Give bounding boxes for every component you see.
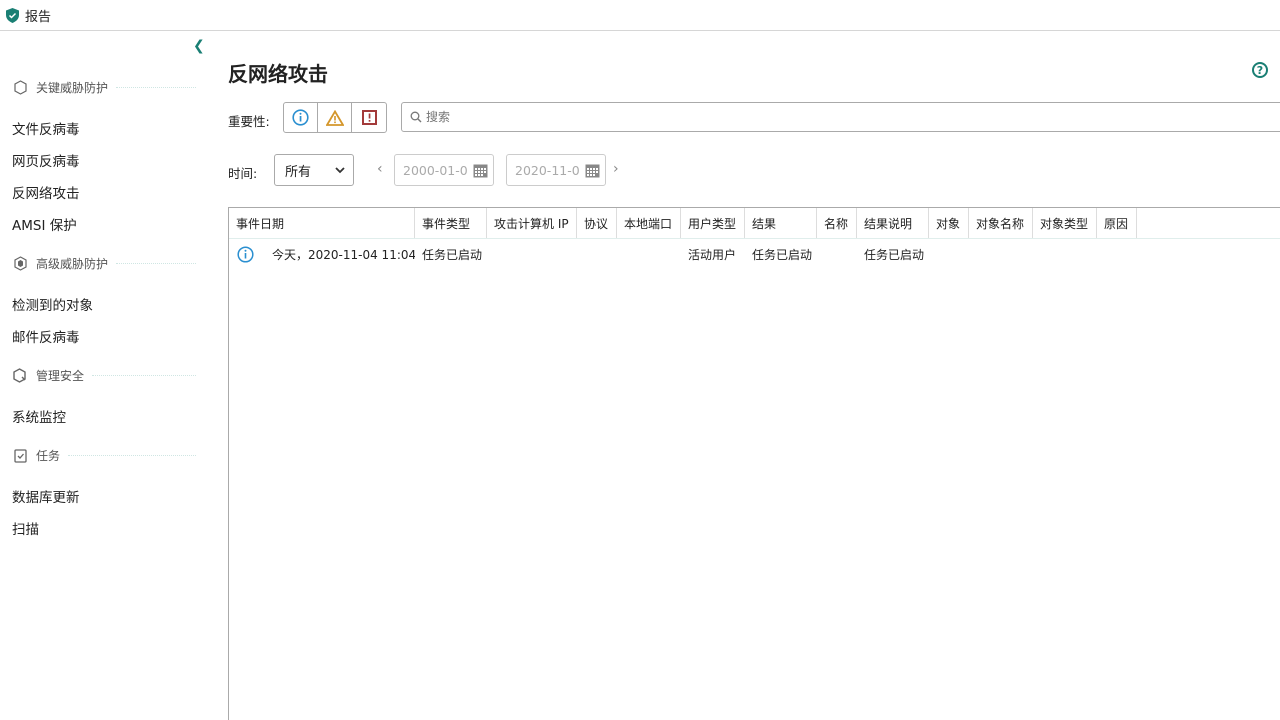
shield-outline-icon xyxy=(12,80,28,96)
table-cell: 活动用户 xyxy=(681,246,745,263)
severity-info-toggle[interactable] xyxy=(284,103,318,132)
title-bar: 报告 xyxy=(0,0,1280,31)
column-header[interactable]: 名称 xyxy=(817,208,857,238)
date-from-value: 2000-01-0 xyxy=(403,163,468,178)
shield-advanced-icon xyxy=(12,256,28,272)
table-header: 事件日期事件类型攻击计算机 IP协议本地端口用户类型结果名称结果说明对象对象名称… xyxy=(229,208,1280,239)
column-header[interactable]: 对象类型 xyxy=(1033,208,1097,238)
sidebar-item-mail-av[interactable]: 邮件反病毒 xyxy=(12,326,80,346)
table-cell: 任务已启动 xyxy=(415,246,487,263)
cell-text: 今天，2020-11-04 11:04 xyxy=(272,246,415,263)
date-from-field[interactable]: 2000-01-0 xyxy=(394,154,494,186)
date-to-field[interactable]: 2020-11-0 xyxy=(506,154,606,186)
sidebar-item-scan[interactable]: 扫描 xyxy=(12,518,39,538)
severity-critical-toggle[interactable] xyxy=(352,103,386,132)
column-header[interactable]: 对象 xyxy=(929,208,969,238)
table-body: 今天，2020-11-04 11:04任务已启动活动用户任务已启动任务已启动 xyxy=(229,239,1280,269)
section-advanced-protection: 高级威胁防护 xyxy=(12,255,196,272)
search-input[interactable] xyxy=(426,110,1280,124)
shield-logo-icon xyxy=(6,8,19,23)
info-icon xyxy=(237,246,254,263)
time-range-select[interactable]: 所有 xyxy=(274,154,354,186)
events-table: 事件日期事件类型攻击计算机 IP协议本地端口用户类型结果名称结果说明对象对象名称… xyxy=(228,207,1280,720)
cell-event-date: 今天，2020-11-04 11:04 xyxy=(229,246,415,263)
date-to-value: 2020-11-0 xyxy=(515,163,580,178)
sidebar-item-system-watcher[interactable]: 系统监控 xyxy=(12,406,66,426)
collapse-sidebar-button[interactable]: ❮ xyxy=(193,38,205,54)
column-header[interactable]: 结果说明 xyxy=(857,208,929,238)
section-security-management: 管理安全 xyxy=(12,367,196,384)
column-header[interactable]: 本地端口 xyxy=(617,208,681,238)
calendar-icon[interactable] xyxy=(585,163,600,178)
sidebar: ❮ 关键威胁防护 文件反病毒 网页反病毒 反网络攻击 AMSI 保护 高级威胁防… xyxy=(0,31,228,720)
table-row[interactable]: 今天，2020-11-04 11:04任务已启动活动用户任务已启动任务已启动 xyxy=(229,239,1280,269)
column-header[interactable]: 事件类型 xyxy=(415,208,487,238)
section-critical-protection: 关键威胁防护 xyxy=(12,79,196,96)
time-range-value: 所有 xyxy=(285,161,311,180)
column-header[interactable]: 原因 xyxy=(1097,208,1137,238)
section-tasks: 任务 xyxy=(12,447,196,464)
sidebar-item-amsi[interactable]: AMSI 保护 xyxy=(12,214,77,234)
calendar-icon[interactable] xyxy=(473,163,488,178)
chevron-down-icon xyxy=(335,167,345,174)
section-label: 关键威胁防护 xyxy=(36,79,108,96)
page-title: 反网络攻击 xyxy=(228,58,328,87)
severity-warning-toggle[interactable] xyxy=(318,103,352,132)
info-icon xyxy=(292,109,309,126)
main-panel: 反网络攻击 ? 重要性: 时间: 所有 ‹ 2000-01-0 2020-11-… xyxy=(228,31,1280,720)
section-label: 高级威胁防护 xyxy=(36,255,108,272)
column-header[interactable]: 用户类型 xyxy=(681,208,745,238)
window-title: 报告 xyxy=(25,6,51,25)
column-header[interactable]: 对象名称 xyxy=(969,208,1033,238)
previous-period-button[interactable]: ‹ xyxy=(377,161,383,177)
clipboard-check-icon xyxy=(12,448,28,464)
column-header[interactable]: 协议 xyxy=(577,208,617,238)
warning-icon xyxy=(326,110,344,126)
severity-label: 重要性: xyxy=(228,111,270,130)
column-header[interactable]: 事件日期 xyxy=(229,208,415,238)
sidebar-item-db-update[interactable]: 数据库更新 xyxy=(12,486,80,506)
help-icon[interactable]: ? xyxy=(1252,62,1268,78)
sidebar-item-detected-objects[interactable]: 检测到的对象 xyxy=(12,294,93,314)
search-icon xyxy=(410,111,422,123)
section-label: 管理安全 xyxy=(36,367,84,384)
time-label: 时间: xyxy=(228,163,257,182)
sidebar-item-file-av[interactable]: 文件反病毒 xyxy=(12,118,80,138)
sidebar-item-network-attack[interactable]: 反网络攻击 xyxy=(12,182,80,202)
next-period-button[interactable]: › xyxy=(613,161,619,177)
severity-filter xyxy=(283,102,387,133)
search-field[interactable] xyxy=(401,102,1280,132)
table-cell: 任务已启动 xyxy=(745,246,817,263)
column-header[interactable]: 结果 xyxy=(745,208,817,238)
shield-check-icon xyxy=(12,368,28,384)
table-cell: 任务已启动 xyxy=(857,246,929,263)
column-header[interactable]: 攻击计算机 IP xyxy=(487,208,577,238)
critical-icon xyxy=(362,110,377,125)
sidebar-item-web-av[interactable]: 网页反病毒 xyxy=(12,150,80,170)
section-label: 任务 xyxy=(36,447,60,464)
